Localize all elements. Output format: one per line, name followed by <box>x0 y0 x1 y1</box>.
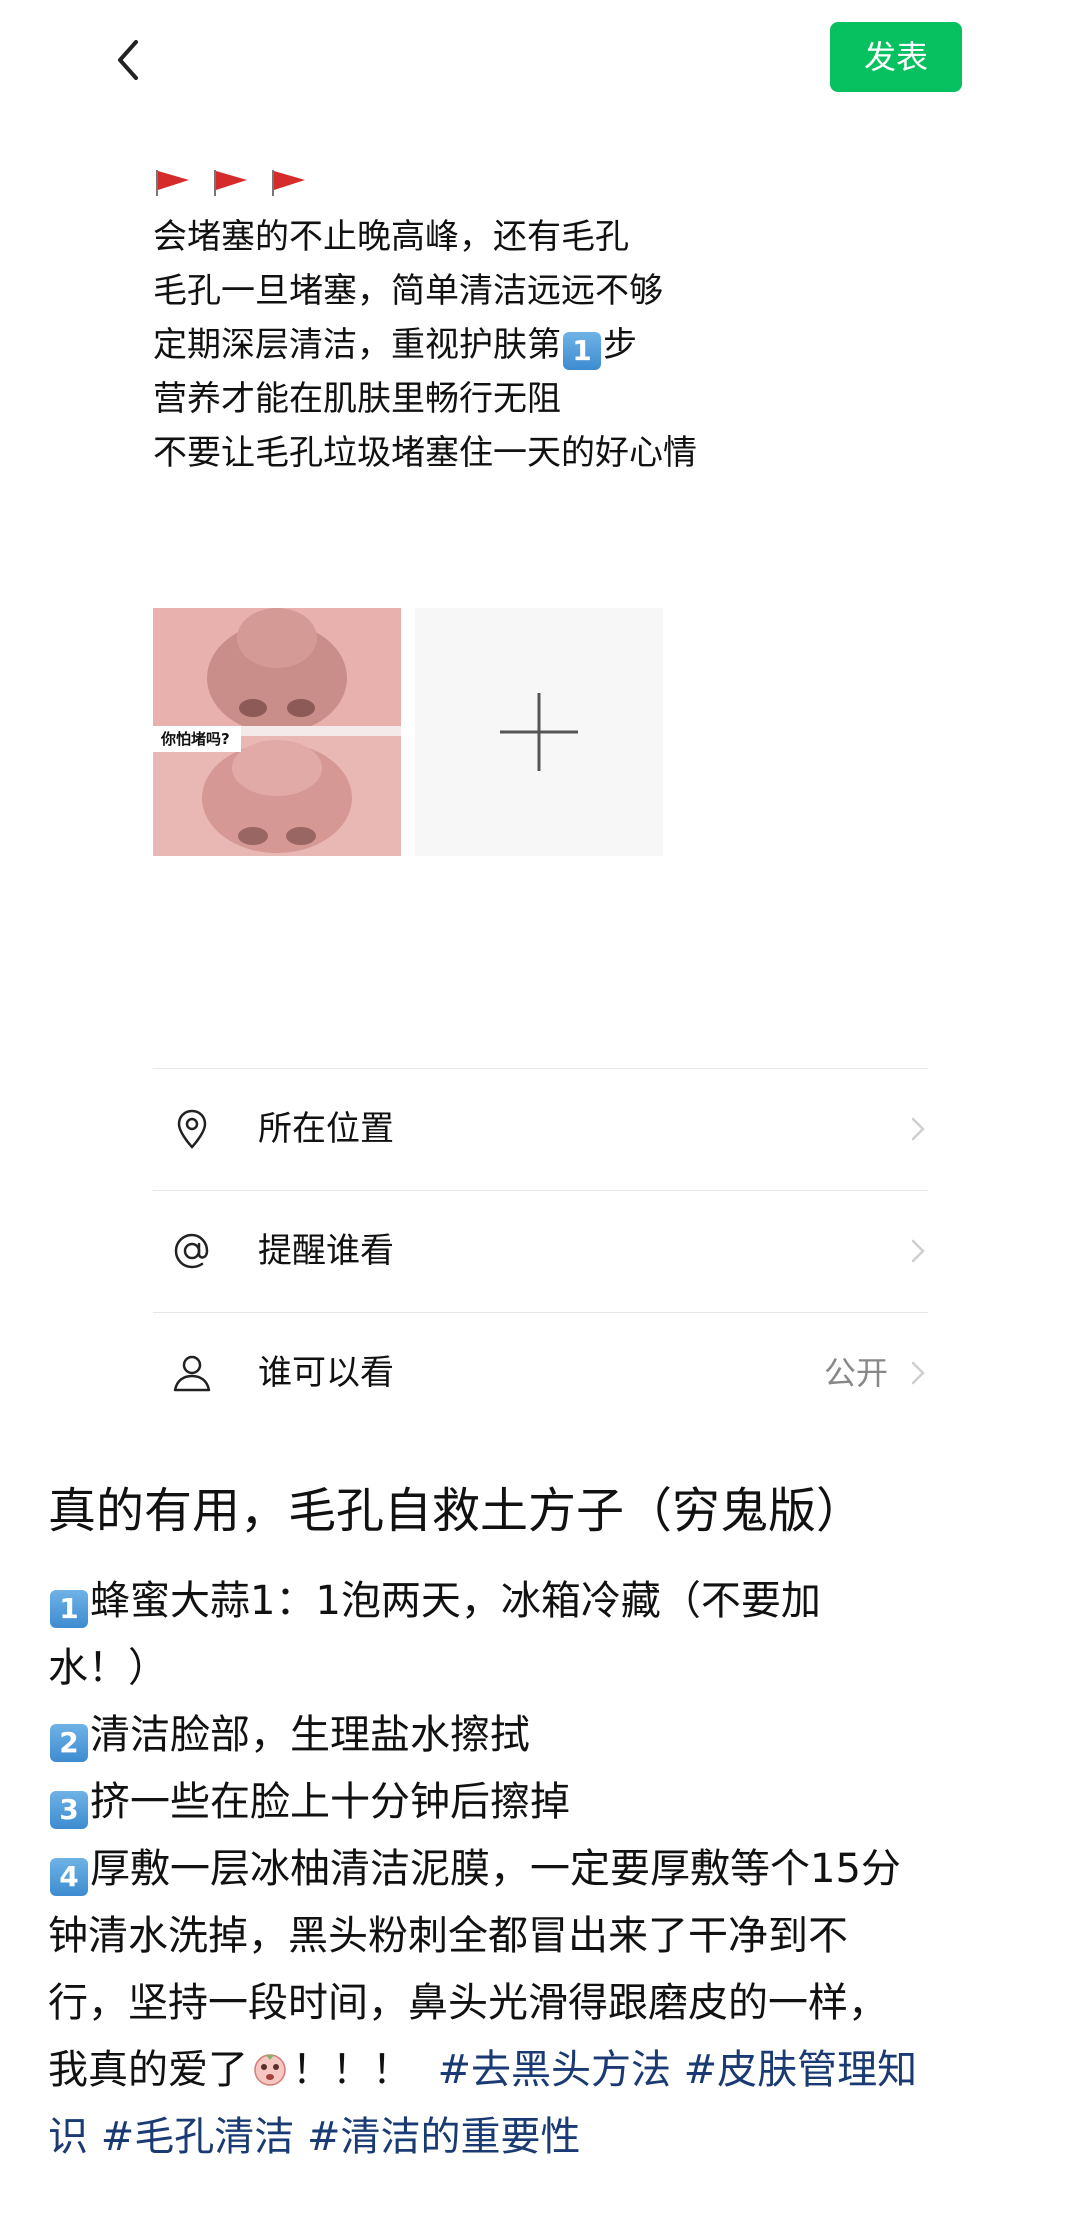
visibility-value: 公开 <box>823 1354 888 1392</box>
chevron-left-icon <box>118 40 138 80</box>
body-text: 水！） <box>48 1645 168 1691</box>
number-badge: 3 <box>50 1791 88 1829</box>
caption-line: 会堵塞的不止晚高峰，还有毛孔 <box>153 217 629 257</box>
body-line: 水！） <box>48 1635 1038 1702</box>
visibility-row[interactable]: 谁可以看 公开 <box>153 1312 928 1434</box>
location-label: 所在位置 <box>258 1109 394 1149</box>
photo-thumbnail[interactable]: 你怕堵吗? <box>153 608 401 856</box>
flag-row <box>155 168 307 200</box>
publish-button[interactable]: 发表 <box>830 22 962 92</box>
number-badge: 2 <box>50 1724 88 1762</box>
article-body: 1 蜂蜜大蒜1：1泡两天，冰箱冷藏（不要加 水！） 2 清洁脸部，生理盐水擦拭 3挤… <box>48 1568 1038 2171</box>
red-flag-icon <box>214 170 247 196</box>
body-text: 行，坚持一段时间，鼻头光滑得跟磨皮的一样， <box>48 1980 888 2026</box>
body-text: ！！！ <box>292 2047 412 2093</box>
hashtag-link[interactable]: 识 <box>48 2114 88 2160</box>
caption-text: 定期深层清洁，重视护肤第 <box>153 325 561 365</box>
article-title: 真的有用，毛孔自救土方子（穷鬼版） <box>48 1483 865 1539</box>
caption-line: 营养才能在肌肤里畅行无阻 <box>153 379 561 419</box>
visibility-label: 谁可以看 <box>258 1353 394 1393</box>
plus-icon <box>500 693 578 771</box>
red-flag-icon <box>272 170 305 196</box>
hashtag-link[interactable]: #去黑头方法 #皮肤管理知 <box>437 2047 917 2093</box>
chevron-right-icon <box>911 1239 925 1263</box>
red-flag-icon <box>156 170 189 196</box>
at-sign-icon <box>174 1233 209 1269</box>
body-line: 识 #毛孔清洁 #清洁的重要性 <box>48 2104 1038 2171</box>
body-text: 蜂蜜大蒜1：1泡两天，冰箱冷藏（不要加 <box>90 1578 821 1624</box>
body-line: 2 清洁脸部，生理盐水擦拭 <box>48 1702 1038 1769</box>
location-pin-icon <box>177 1109 207 1149</box>
number-badge: 1 <box>563 332 601 370</box>
image-caption-label: 你怕堵吗? <box>160 730 230 748</box>
body-line: 3 挤一些在脸上十分钟后擦掉 <box>48 1769 1038 1836</box>
body-line: 4 厚敷一层冰柚清洁泥膜，一定要厚敷等个15分 <box>48 1836 1038 1903</box>
crying-face-emoji-icon <box>254 2054 286 2086</box>
caption-line: 定期深层清洁，重视护肤第 1 步 <box>153 318 953 372</box>
body-line: 我真的爱了 ！！！ #去黑头方法 #皮肤管理知 <box>48 2037 1038 2104</box>
body-line: 钟清水洗掉，黑头粉刺全都冒出来了干净到不 <box>48 1903 1038 1970</box>
number-badge: 4 <box>50 1858 88 1896</box>
caption-line: 不要让毛孔垃圾堵塞住一天的好心情 <box>153 433 697 473</box>
body-text: 清洁脸部，生理盐水擦拭 <box>90 1712 530 1758</box>
mention-row[interactable]: 提醒谁看 <box>153 1190 928 1312</box>
body-line: 行，坚持一段时间，鼻头光滑得跟磨皮的一样， <box>48 1970 1038 2037</box>
person-icon <box>173 1355 211 1392</box>
location-row[interactable]: 所在位置 <box>153 1068 928 1190</box>
chevron-right-icon <box>911 1117 925 1141</box>
nose-photo-image: 你怕堵吗? <box>153 608 401 856</box>
body-text: 我真的爱了 <box>48 2047 248 2093</box>
add-photo-button[interactable] <box>415 608 663 856</box>
caption-text: 步 <box>603 325 637 365</box>
hashtag-link[interactable]: #毛孔清洁 #清洁的重要性 <box>101 2114 581 2160</box>
body-text: 挤一些在脸上十分钟后擦掉 <box>90 1779 570 1825</box>
number-badge: 1 <box>50 1590 88 1628</box>
post-caption[interactable]: 会堵塞的不止晚高峰，还有毛孔 毛孔一旦堵塞，简单清洁远远不够 定期深层清洁，重视… <box>153 210 953 480</box>
mention-label: 提醒谁看 <box>258 1231 394 1271</box>
back-button[interactable] <box>100 30 160 90</box>
body-text: 钟清水洗掉，黑头粉刺全都冒出来了干净到不 <box>48 1913 848 1959</box>
caption-line: 毛孔一旦堵塞，简单清洁远远不够 <box>153 271 663 311</box>
body-line: 1 蜂蜜大蒜1：1泡两天，冰箱冷藏（不要加 <box>48 1568 1038 1635</box>
body-text: 厚敷一层冰柚清洁泥膜，一定要厚敷等个15分 <box>90 1846 901 1892</box>
chevron-right-icon <box>911 1361 925 1385</box>
